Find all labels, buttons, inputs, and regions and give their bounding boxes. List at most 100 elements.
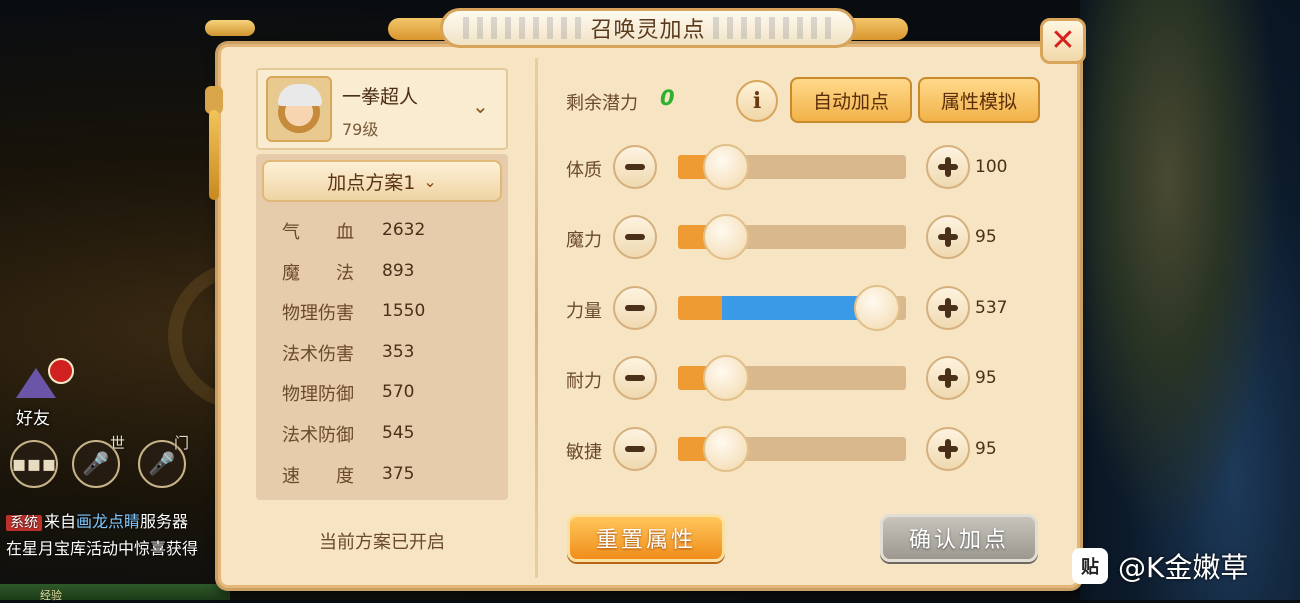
panel-title: 召唤灵加点 (590, 18, 706, 43)
info-icon: i (752, 88, 762, 114)
attr-slider-endurance[interactable] (678, 355, 906, 401)
increase-strength-button[interactable] (926, 286, 970, 330)
stat-row-magic-defense: 法术防御 545 (282, 421, 502, 447)
plus-icon (938, 298, 958, 318)
notification-dot-icon (48, 358, 74, 384)
minus-icon (625, 446, 645, 452)
attr-slider-constitution[interactable] (678, 144, 906, 190)
experience-label: 经验 (40, 589, 62, 602)
minus-icon (625, 234, 645, 240)
chevron-down-icon: ⌄ (423, 171, 437, 191)
attr-label-endurance: 耐力 (566, 371, 602, 392)
increase-constitution-button[interactable] (926, 145, 970, 189)
simulate-button[interactable]: 属性模拟 (918, 77, 1040, 123)
panel-divider (535, 58, 538, 578)
attr-value-magic: 95 (975, 227, 997, 247)
decrease-agility-button[interactable] (613, 427, 657, 471)
pet-selector[interactable]: 一拳超人 79级 ⌄ (256, 68, 508, 150)
plan-status: 当前方案已开启 (319, 532, 445, 553)
stat-label: 法术防御 (282, 425, 354, 446)
pet-name: 一拳超人 (342, 86, 419, 108)
title-banner: 召唤灵加点 (440, 8, 856, 48)
stat-row-magic-damage: 法术伤害 353 (282, 340, 502, 366)
slider-base-fill (678, 296, 722, 320)
chat-message-line: 在星月宝库活动中惊喜获得 (6, 539, 199, 558)
attr-slider-agility[interactable] (678, 426, 906, 472)
chat-text: 来自 (44, 512, 77, 531)
attr-slider-magic[interactable] (678, 214, 906, 260)
stat-value: 893 (382, 261, 415, 281)
microphone-icon: 🎤 (148, 451, 176, 477)
decrease-magic-button[interactable] (613, 215, 657, 259)
chat-message-line[interactable]: 系统 来自画龙点睛服务器 (6, 508, 188, 532)
chat-button[interactable]: ▪▪▪ (10, 440, 58, 488)
plan-dropdown[interactable]: 加点方案1 ⌄ (262, 160, 502, 202)
attr-label-magic: 魔力 (566, 230, 602, 251)
stat-row-hp: 气 血 2632 (282, 218, 502, 244)
attr-value-strength: 537 (975, 298, 1008, 318)
slider-knob[interactable] (703, 144, 749, 190)
slider-allocated-fill (722, 296, 873, 320)
friends-button[interactable]: 好友 (10, 358, 74, 429)
plus-icon (938, 439, 958, 459)
stat-row-speed: 速 度 375 (282, 462, 502, 488)
system-tag: 系统 (6, 515, 42, 531)
close-button[interactable]: ✕ (1040, 18, 1086, 64)
plus-icon (938, 157, 958, 177)
attr-value-endurance: 95 (975, 368, 997, 388)
experience-bar: 经验 (0, 584, 230, 602)
attr-value-agility: 95 (975, 439, 997, 459)
stat-label: 气 血 (282, 222, 354, 243)
slider-knob[interactable] (703, 214, 749, 260)
stat-label: 速 度 (282, 466, 354, 487)
stat-label: 物理防御 (282, 384, 354, 405)
confirm-allocate-button[interactable]: 确认加点 (880, 514, 1038, 562)
increase-endurance-button[interactable] (926, 356, 970, 400)
plan-label: 加点方案1 (327, 171, 416, 194)
friends-label: 好友 (16, 409, 50, 429)
pet-level: 79级 (342, 120, 379, 139)
world-channel-tag: 世 (110, 434, 126, 452)
attr-label-constitution: 体质 (566, 160, 602, 181)
server-link[interactable]: 画龙点睛 (76, 512, 140, 531)
stat-value: 375 (382, 464, 415, 484)
stat-value: 570 (382, 382, 415, 402)
increase-magic-button[interactable] (926, 215, 970, 259)
minus-icon (625, 375, 645, 381)
stats-box (256, 154, 508, 500)
panel-rod-ornament (205, 20, 255, 200)
decrease-endurance-button[interactable] (613, 356, 657, 400)
slider-knob[interactable] (854, 285, 900, 331)
slider-knob[interactable] (703, 355, 749, 401)
clan-channel-tag: 门 (174, 434, 190, 452)
stat-row-physical-damage: 物理伤害 1550 (282, 299, 502, 325)
attr-value-constitution: 100 (975, 157, 1008, 177)
potential-value: 0 (660, 86, 675, 110)
decrease-constitution-button[interactable] (613, 145, 657, 189)
stat-value: 353 (382, 342, 415, 362)
stat-row-physical-defense: 物理防御 570 (282, 380, 502, 406)
stat-label: 物理伤害 (282, 303, 354, 324)
watermark: 贴 @K金嫩草 (1072, 546, 1248, 586)
chevron-down-icon: ⌄ (472, 94, 489, 118)
slider-knob[interactable] (703, 426, 749, 472)
reset-attributes-button[interactable]: 重置属性 (567, 514, 725, 562)
stat-value: 545 (382, 423, 415, 443)
chat-text: 服务器 (140, 512, 189, 531)
watermark-text: @K金嫩草 (1118, 551, 1249, 584)
stat-label: 法术伤害 (282, 344, 354, 365)
potential-label: 剩余潜力 (566, 93, 638, 114)
plus-icon (938, 227, 958, 247)
background-scenery (1080, 0, 1300, 600)
microphone-icon: 🎤 (82, 451, 110, 477)
chat-bubble-icon: ▪▪▪ (11, 451, 57, 477)
auto-allocate-button[interactable]: 自动加点 (790, 77, 912, 123)
decrease-strength-button[interactable] (613, 286, 657, 330)
attr-slider-strength[interactable] (678, 285, 906, 331)
info-button[interactable]: i (736, 80, 778, 122)
attr-label-strength: 力量 (566, 301, 602, 322)
pet-avatar (266, 76, 332, 142)
increase-agility-button[interactable] (926, 427, 970, 471)
stat-row-mp: 魔 法 893 (282, 259, 502, 285)
close-icon: ✕ (1050, 23, 1076, 58)
